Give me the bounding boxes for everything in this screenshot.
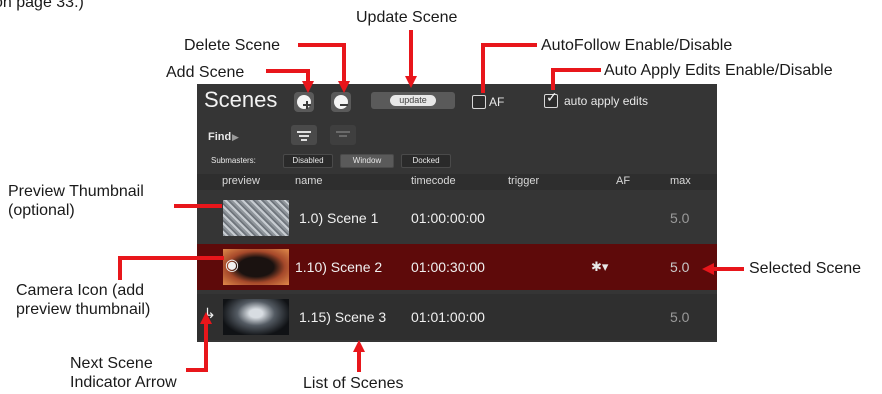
callout-line-list — [357, 350, 361, 372]
callout-line-update — [409, 30, 413, 78]
annotation-autofollow: AutoFollow Enable/Disable — [541, 37, 733, 54]
callout-line-next-v — [204, 322, 208, 372]
camera-icon[interactable]: ◉ — [225, 258, 239, 274]
column-max[interactable]: max — [670, 175, 691, 187]
annotation-selected-scene: Selected Scene — [749, 260, 862, 277]
callout-line-preview — [174, 204, 222, 208]
callout-arrow-list — [353, 340, 365, 352]
callout-line-delete-v — [342, 43, 346, 83]
callout-line-auto-apply-v — [551, 68, 555, 90]
scene-name: 1.15) Scene 3 — [299, 309, 387, 325]
callout-arrow-next — [200, 312, 212, 324]
trigger-gear-icon[interactable]: ✱▾ — [591, 259, 608, 275]
delete-scene-button[interactable] — [331, 92, 351, 112]
annotation-next-scene-line2: Indicator Arrow — [70, 374, 177, 391]
annotation-auto-apply: Auto Apply Edits Enable/Disable — [604, 62, 833, 79]
annotation-camera-icon-line2: preview thumbnail) — [16, 301, 151, 318]
annotation-add-scene: Add Scene — [166, 64, 245, 81]
annotation-top-partial: on page 33.) — [0, 0, 84, 11]
scene-timecode: 01:00:30:00 — [411, 259, 485, 275]
callout-line-auto-apply — [551, 68, 601, 72]
annotation-next-scene: Next Scene Indicator Arrow — [70, 354, 177, 392]
column-af[interactable]: AF — [616, 175, 630, 187]
update-scene-button[interactable]: update — [371, 92, 455, 109]
update-scene-label: update — [390, 95, 436, 106]
scene-max: 5.0 — [670, 210, 690, 226]
submaster-mode-disabled[interactable]: Disabled — [283, 154, 333, 168]
scenes-panel: Scenes update AF ✓ auto apply edits Find… — [197, 84, 717, 342]
scene-row[interactable]: 1.0) Scene 1 01:00:00:00 5.0 — [197, 195, 717, 241]
find-toggle[interactable]: Find — [208, 131, 231, 143]
scene-timecode: 01:01:00:00 — [411, 309, 485, 325]
callout-arrow-delete — [338, 81, 350, 93]
find-disclosure-icon[interactable]: ▶ — [232, 132, 239, 143]
callout-line-selected — [712, 267, 744, 271]
filter-button[interactable] — [291, 125, 317, 145]
callout-line-add — [266, 69, 310, 73]
callout-line-autofollow — [481, 43, 537, 47]
annotation-camera-icon-line1: Camera Icon (add — [16, 282, 145, 299]
callout-line-camera — [118, 256, 224, 260]
annotation-list-of-scenes: List of Scenes — [303, 375, 404, 392]
minus-circle-icon — [334, 95, 348, 109]
autofollow-checkbox[interactable] — [472, 95, 486, 109]
column-trigger[interactable]: trigger — [508, 175, 539, 187]
annotation-update-scene: Update Scene — [356, 9, 458, 26]
checkmark-icon: ✓ — [546, 89, 558, 105]
scene-max: 5.0 — [670, 309, 690, 325]
annotation-preview-thumbnail-line1: Preview Thumbnail — [8, 183, 144, 200]
preview-thumbnail — [223, 200, 289, 236]
callout-line-delete — [298, 43, 346, 47]
scene-max: 5.0 — [670, 259, 690, 275]
annotation-preview-thumbnail: Preview Thumbnail (optional) — [8, 182, 144, 220]
scene-row[interactable]: ↳ 1.15) Scene 3 01:01:00:00 5.0 — [197, 294, 717, 340]
callout-line-autofollow-v — [481, 43, 485, 93]
panel-title: Scenes — [204, 87, 278, 112]
autofollow-label: AF — [489, 95, 505, 109]
scene-name: 1.10) Scene 2 — [295, 259, 383, 275]
funnel-filter-button[interactable] — [330, 125, 356, 145]
scene-row-selected[interactable]: ◉ 1.10) Scene 2 01:00:30:00 ✱▾ 5.0 — [197, 244, 717, 290]
scene-name: 1.0) Scene 1 — [299, 210, 379, 226]
auto-apply-label: auto apply edits — [564, 94, 649, 108]
plus-circle-icon — [297, 95, 311, 109]
preview-thumbnail: ◉ — [223, 249, 289, 285]
annotation-preview-thumbnail-line2: (optional) — [8, 202, 75, 219]
callout-arrow-selected — [702, 263, 714, 275]
scene-timecode: 01:00:00:00 — [411, 210, 485, 226]
preview-thumbnail — [223, 299, 289, 335]
column-preview[interactable]: preview — [222, 175, 260, 187]
submaster-mode-window[interactable]: Window — [340, 154, 394, 168]
scene-list-header: preview name timecode trigger AF max — [197, 174, 717, 190]
column-name[interactable]: name — [295, 175, 323, 187]
callout-arrow-update — [405, 76, 417, 88]
callout-arrow-add — [302, 81, 314, 93]
column-timecode[interactable]: timecode — [411, 175, 456, 187]
auto-apply-checkbox[interactable]: ✓ — [544, 90, 558, 108]
annotation-camera-icon: Camera Icon (add preview thumbnail) — [16, 281, 150, 319]
annotation-next-scene-line1: Next Scene — [70, 355, 153, 372]
annotation-delete-scene: Delete Scene — [184, 37, 281, 54]
submasters-label: Submasters: — [211, 156, 256, 165]
submaster-mode-docked[interactable]: Docked — [401, 154, 451, 168]
add-scene-button[interactable] — [294, 92, 314, 112]
